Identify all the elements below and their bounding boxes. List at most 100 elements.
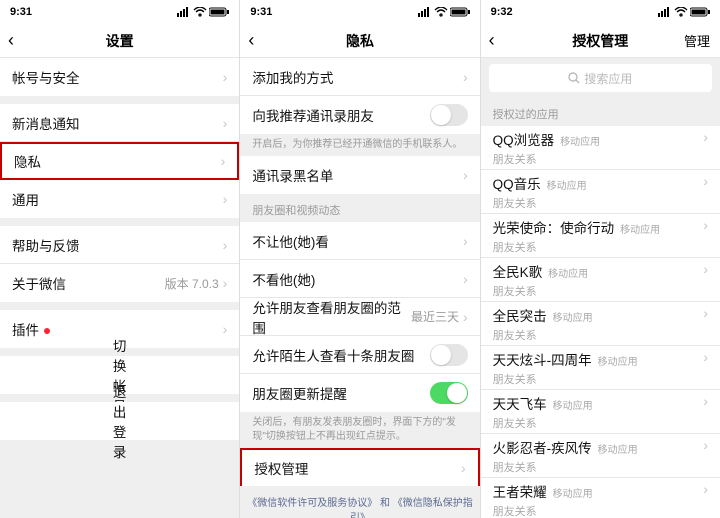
label: 不看他(她) xyxy=(252,269,463,289)
back-icon[interactable]: ‹ xyxy=(489,30,495,51)
app-tag: 移动应用 xyxy=(547,181,587,192)
app-row[interactable]: QQ音乐移动应用›朋友关系 xyxy=(481,170,720,214)
app-tag: 移动应用 xyxy=(553,401,593,412)
app-name: 王者荣耀移动应用 xyxy=(493,481,704,501)
chevron-icon: › xyxy=(223,115,228,131)
cell-stranger[interactable]: 允许陌生人查看十条朋友圈 xyxy=(240,336,479,374)
status-icons xyxy=(658,7,710,17)
app-row[interactable]: 全民K歌移动应用› 朋友关系 xyxy=(481,258,720,302)
chevron-icon: › xyxy=(461,460,466,476)
label: 朋友圈更新提醒 xyxy=(252,383,429,403)
app-relation: 朋友关系 xyxy=(493,503,537,518)
app-row[interactable]: QQ浏览器移动应用› 朋友关系 xyxy=(481,126,720,170)
cell-not-see[interactable]: 不看他(她) › xyxy=(240,260,479,298)
label: 退出登录 xyxy=(113,381,127,461)
label: 允许朋友查看朋友圈的范围 xyxy=(252,297,411,337)
toggle-off[interactable] xyxy=(430,344,468,366)
app-name: 火影忍者-疾风传移动应用 xyxy=(493,437,704,457)
cell-recommend[interactable]: 向我推荐通讯录朋友 xyxy=(240,96,479,134)
app-tag: 移动应用 xyxy=(620,225,660,236)
app-row[interactable]: 天天飞车移动应用›朋友关系 xyxy=(481,390,720,434)
cell-scope[interactable]: 允许朋友查看朋友圈的范围 最近三天 › xyxy=(240,298,479,336)
status-bar: 9:31 xyxy=(240,0,479,24)
cell-auth[interactable]: 授权管理 › xyxy=(240,448,479,486)
signal-icon xyxy=(177,7,191,17)
app-row[interactable]: 天天炫斗-四周年移动应用›朋友关系 xyxy=(481,346,720,390)
nav-action[interactable]: 管理 xyxy=(684,31,710,50)
nav-title: 授权管理 xyxy=(572,31,628,51)
group-authed: 授权过的应用 xyxy=(481,98,720,126)
navbar: ‹ 授权管理 管理 xyxy=(481,24,720,58)
badge-dot-icon xyxy=(43,327,51,335)
app-relation: 朋友关系 xyxy=(493,239,537,255)
hint-update: 关闭后，有朋友发表朋友圈时，界面下方的"发现"切换按钮上不再出现红点提示。 xyxy=(240,412,479,446)
battery-icon xyxy=(450,7,470,17)
cell-general[interactable]: 通用 › xyxy=(0,180,239,218)
app-name: 天天飞车移动应用 xyxy=(493,393,704,413)
app-relation: 朋友关系 xyxy=(493,415,537,431)
status-time: 9:31 xyxy=(250,6,272,18)
cell-update[interactable]: 朋友圈更新提醒 xyxy=(240,374,479,412)
status-icons xyxy=(418,7,470,17)
cell-blacklist[interactable]: 通讯录黑名单 › xyxy=(240,156,479,194)
toggle-off[interactable] xyxy=(430,104,468,126)
app-name: 全民K歌移动应用 xyxy=(493,261,704,281)
cell-account[interactable]: 帐号与安全 › xyxy=(0,58,239,96)
app-name: 全民突击移动应用 xyxy=(493,305,704,325)
policy-links[interactable]: 《微信软件许可及服务协议》 和 《微信隐私保护指引》 xyxy=(240,486,479,518)
chevron-icon: › xyxy=(703,261,708,281)
cell-notification[interactable]: 新消息通知 › xyxy=(0,104,239,142)
cell-block-see[interactable]: 不让他(她)看 › xyxy=(240,222,479,260)
chevron-icon: › xyxy=(223,237,228,253)
cell-add-method[interactable]: 添加我的方式 › xyxy=(240,58,479,96)
cell-help[interactable]: 帮助与反馈 › xyxy=(0,226,239,264)
app-relation: 朋友关系 xyxy=(493,151,537,167)
chevron-icon: › xyxy=(703,217,708,237)
label: 帮助与反馈 xyxy=(12,235,223,255)
wifi-icon xyxy=(193,7,207,17)
status-bar: 9:31 xyxy=(0,0,239,24)
cell-logout[interactable]: 退出登录 xyxy=(0,402,239,440)
app-row[interactable]: 王者荣耀移动应用›朋友关系 xyxy=(481,478,720,518)
app-tag: 移动应用 xyxy=(598,445,638,456)
app-list: QQ浏览器移动应用›朋友关系QQ音乐移动应用›朋友关系光荣使命：使命行动移动应用… xyxy=(481,126,720,518)
label: 隐私 xyxy=(14,151,221,171)
app-name: QQ音乐移动应用 xyxy=(493,173,704,193)
screen-privacy: 9:31 ‹ 隐私 添加我的方式 › 向我推荐通讯录朋友 开 xyxy=(240,0,480,518)
wifi-icon xyxy=(674,7,688,17)
chevron-icon: › xyxy=(463,167,468,183)
navbar: ‹ 隐私 xyxy=(240,24,479,58)
app-name: QQ浏览器移动应用 xyxy=(493,129,704,149)
battery-icon xyxy=(209,7,229,17)
signal-icon xyxy=(418,7,432,17)
toggle-on[interactable] xyxy=(430,382,468,404)
app-row[interactable]: 火影忍者-疾风传移动应用›朋友关系 xyxy=(481,434,720,478)
app-row[interactable]: 全民突击移动应用›朋友关系 xyxy=(481,302,720,346)
app-tag: 移动应用 xyxy=(553,489,593,500)
signal-icon xyxy=(658,7,672,17)
label: 关于微信 xyxy=(12,273,165,293)
app-row[interactable]: 光荣使命：使命行动移动应用› 朋友关系 xyxy=(481,214,720,258)
chevron-icon: › xyxy=(463,309,468,325)
search-placeholder: 搜索应用 xyxy=(584,70,632,87)
search-input[interactable]: 搜索应用 xyxy=(489,64,712,92)
app-name: 光荣使命：使命行动移动应用 xyxy=(493,217,704,237)
app-relation: 朋友关系 xyxy=(493,283,537,299)
nav-title: 设置 xyxy=(106,31,134,51)
chevron-icon: › xyxy=(703,437,708,457)
app-relation: 朋友关系 xyxy=(493,371,537,387)
version-text: 版本 7.0.3 xyxy=(165,275,219,292)
cell-privacy[interactable]: 隐私 › xyxy=(0,142,239,180)
cell-about[interactable]: 关于微信 版本 7.0.3 › xyxy=(0,264,239,302)
back-icon[interactable]: ‹ xyxy=(248,30,254,51)
status-time: 9:32 xyxy=(491,6,513,18)
back-icon[interactable]: ‹ xyxy=(8,30,14,51)
chevron-icon: › xyxy=(223,321,228,337)
chevron-icon: › xyxy=(221,153,226,169)
search-icon xyxy=(568,72,580,84)
app-tag: 移动应用 xyxy=(560,137,600,148)
label: 通讯录黑名单 xyxy=(252,165,463,185)
chevron-icon: › xyxy=(703,129,708,149)
app-tag: 移动应用 xyxy=(598,357,638,368)
app-name: 天天炫斗-四周年移动应用 xyxy=(493,349,704,369)
